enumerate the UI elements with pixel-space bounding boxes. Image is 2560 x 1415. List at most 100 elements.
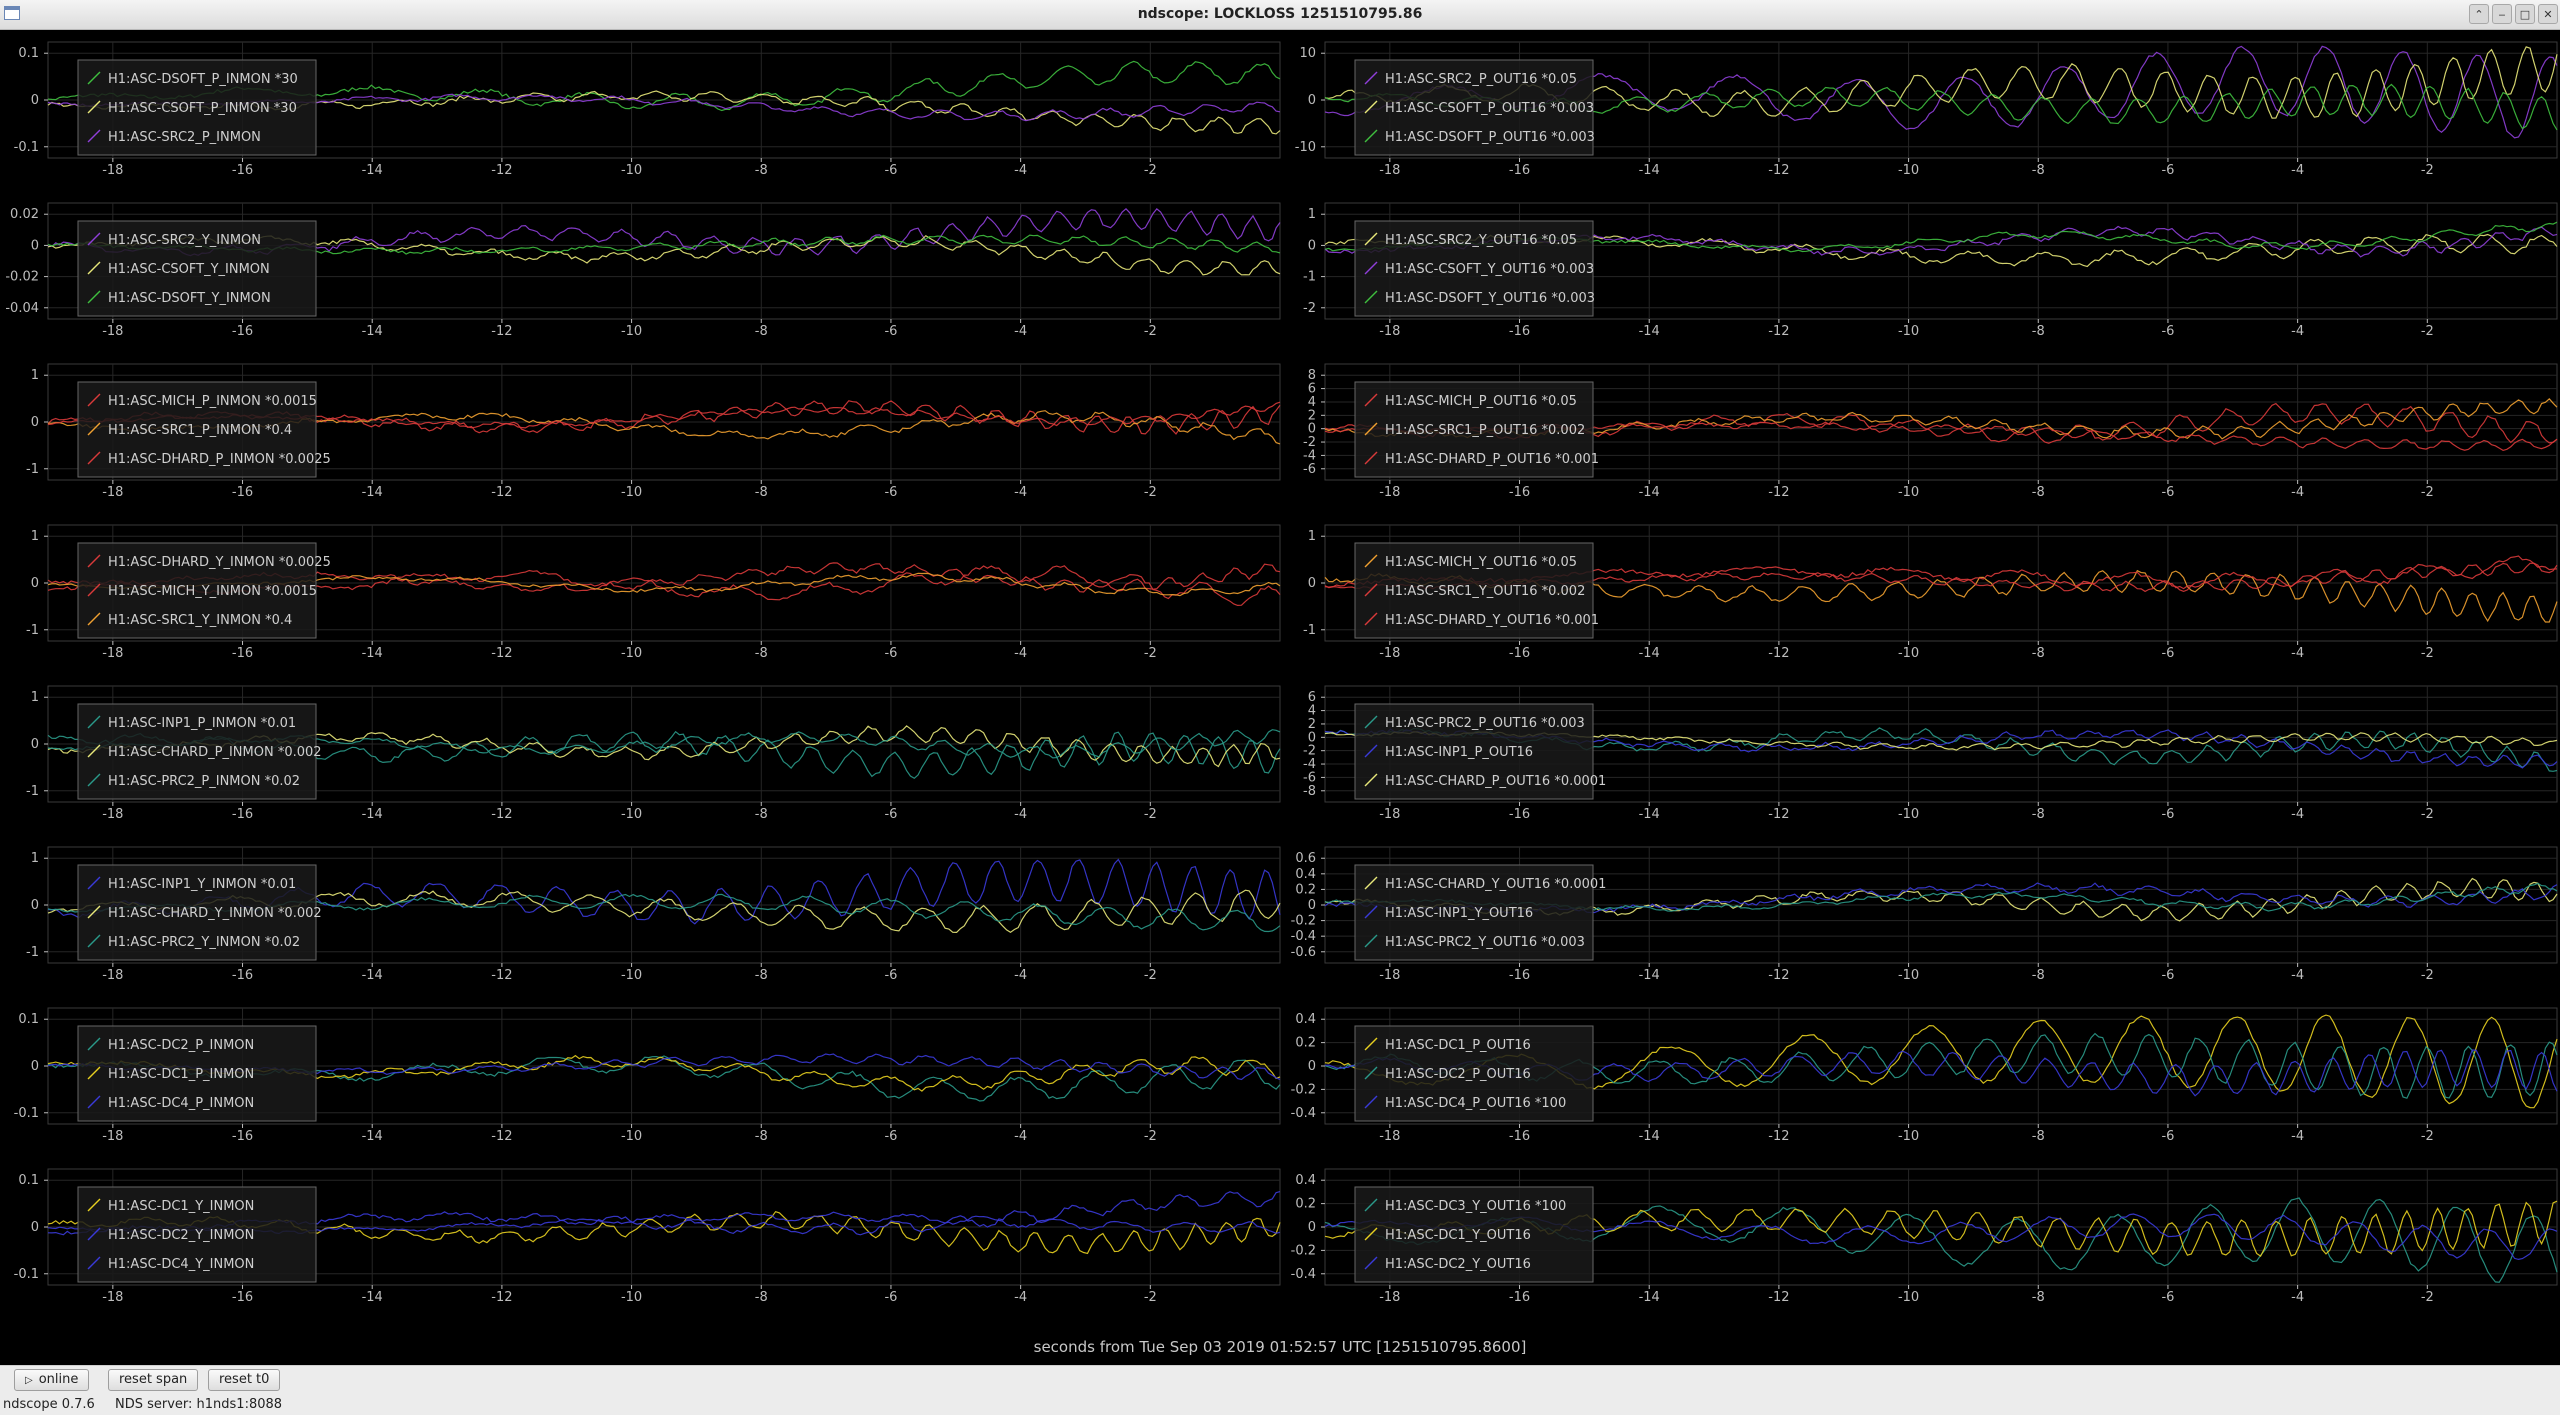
x-tick-label: -14: [362, 968, 383, 983]
legend-entry: H1:ASC-CHARD_Y_INMON *0.002: [108, 906, 322, 921]
y-tick-label: 0.1: [18, 46, 39, 61]
x-tick-label: -12: [1768, 1290, 1789, 1305]
y-tick-label: -1: [1303, 623, 1316, 638]
x-tick-label: -18: [1379, 163, 1400, 178]
x-tick-label: -2: [2421, 807, 2434, 822]
legend-entry: H1:ASC-DC2_P_OUT16: [1385, 1067, 1531, 1082]
legend-entry: H1:ASC-CHARD_P_INMON *0.002: [108, 745, 322, 760]
y-tick-label: -0.04: [5, 301, 39, 316]
x-tick-label: -6: [884, 968, 897, 983]
plot-panel-8[interactable]: -18 -16 -14 -12 -10 -8 -6 -4 -2 1 0 -1 H1:ASC-MICH_Y…: [1303, 524, 2558, 661]
x-tick-label: -8: [755, 968, 768, 983]
plot-panel-12[interactable]: -18 -16 -14 -12 -10 -8 -6 -4 -20.60.40.20-0.2-0.…: [1291, 846, 2558, 983]
x-tick-label: -2: [2421, 646, 2434, 661]
x-tick-label: -10: [621, 1290, 642, 1305]
x-tick-label: -6: [884, 485, 897, 500]
plot-panel-7[interactable]: -18 -16 -14 -12 -10 -8 -6 -4 -2 1 0 -1 H1:ASC-DHARD_…: [26, 524, 1281, 661]
legend: H1:ASC-DSOFT_P_INMON *30 H1:ASC-CSOFT_P_I…: [77, 59, 317, 156]
x-tick-label: -18: [102, 807, 123, 822]
legend-entry: H1:ASC-PRC2_Y_OUT16 *0.003: [1385, 935, 1585, 950]
legend-entry: H1:ASC-SRC2_P_OUT16 *0.05: [1385, 72, 1577, 87]
plot-panel-3[interactable]: -18 -16 -14 -12 -10 -8 -6 -4 -2 0.02 0 -0.02 -0.04 H1…: [5, 202, 1281, 339]
x-tick-label: -12: [491, 324, 512, 339]
legend-entry: H1:ASC-DC1_P_INMON: [108, 1067, 254, 1082]
x-tick-label: -18: [102, 1290, 123, 1305]
y-tick-label: -0.1: [14, 1106, 39, 1121]
legend-entry: H1:ASC-CSOFT_Y_OUT16 *0.003: [1385, 262, 1594, 277]
y-tick-label: 0.6: [1295, 851, 1316, 866]
plot-panel-10[interactable]: -18 -16 -14 -12 -10 -8 -6 -4 -26420-2-4-6-8H1:AS…: [1303, 685, 2558, 822]
y-tick-label: 0.2: [1295, 882, 1316, 897]
plot-area[interactable]: -18 -16 -14 -12 -10 -8 -6 -4 -2 0.1 0 -0.1 H1:ASC-DS…: [0, 30, 2560, 1365]
legend-entry: H1:ASC-CSOFT_P_INMON *30: [108, 101, 297, 116]
x-tick-label: -12: [1768, 807, 1789, 822]
x-tick-label: -6: [884, 646, 897, 661]
plot-panel-15[interactable]: -18 -16 -14 -12 -10 -8 -6 -4 -2 0.1 0 -0.1 H1:ASC-DC…: [14, 1168, 1281, 1305]
x-tick-label: -2: [2421, 485, 2434, 500]
y-tick-label: 0.2: [1295, 1036, 1316, 1051]
plot-panel-14[interactable]: -18 -16 -14 -12 -10 -8 -6 -4 -2 0.4 0.2 0 -0.2 -0.4 H1…: [1291, 1007, 2558, 1144]
x-tick-label: -14: [362, 807, 383, 822]
y-tick-label: -10: [1295, 140, 1316, 155]
x-tick-label: -18: [102, 1129, 123, 1144]
x-tick-label: -10: [1898, 163, 1919, 178]
legend-entry: H1:ASC-CHARD_Y_OUT16 *0.0001: [1385, 877, 1606, 892]
legend-entry: H1:ASC-CSOFT_P_OUT16 *0.003: [1385, 101, 1594, 116]
x-tick-label: -18: [1379, 485, 1400, 500]
x-tick-label: -8: [755, 1129, 768, 1144]
legend-entry: H1:ASC-SRC1_P_INMON *0.4: [108, 423, 292, 438]
y-tick-label: 0.02: [10, 207, 39, 222]
x-tick-label: -14: [362, 1129, 383, 1144]
legend-entry: H1:ASC-INP1_P_INMON *0.01: [108, 716, 296, 731]
online-button[interactable]: ▷ online: [14, 1369, 90, 1391]
plot-panel-13[interactable]: -18 -16 -14 -12 -10 -8 -6 -4 -2 0.1 0 -0.1 H1:ASC-DC…: [14, 1007, 1281, 1144]
plot-panel-4[interactable]: -18 -16 -14 -12 -10 -8 -6 -4 -2 1 0 -1 -2 H1:ASC-SRC2…: [1303, 202, 2558, 339]
legend-entry: H1:ASC-CHARD_P_OUT16 *0.0001: [1385, 774, 1606, 789]
x-tick-label: -14: [1639, 324, 1660, 339]
plot-panel-1[interactable]: -18 -16 -14 -12 -10 -8 -6 -4 -2 0.1 0 -0.1 H1:ASC-DS…: [14, 41, 1281, 178]
x-tick-label: -12: [491, 1290, 512, 1305]
plot-panel-11[interactable]: -18 -16 -14 -12 -10 -8 -6 -4 -2 1 0 -1 H1:ASC-INP1_Y…: [26, 846, 1281, 983]
legend-entry: H1:ASC-DC1_Y_OUT16: [1385, 1228, 1531, 1243]
reset-t0-button[interactable]: reset t0: [208, 1369, 281, 1391]
x-tick-label: -16: [1509, 807, 1530, 822]
x-tick-label: -6: [2161, 807, 2174, 822]
y-tick-label: 0: [1308, 1220, 1316, 1235]
legend-entry: H1:ASC-DSOFT_Y_OUT16 *0.003: [1385, 291, 1595, 306]
close-button[interactable]: ✕: [2538, 4, 2558, 24]
x-tick-label: -4: [2291, 968, 2304, 983]
x-tick-label: -6: [2161, 163, 2174, 178]
plot-panel-2[interactable]: -18 -16 -14 -12 -10 -8 -6 -4 -2 10 0 -10 H1:ASC-SRC2…: [1295, 41, 2558, 178]
shade-button[interactable]: ⌃: [2469, 4, 2489, 24]
legend: H1:ASC-DC1_P_OUT16 H1:ASC-DC2_P_OUT16 H1:A…: [1354, 1025, 1594, 1122]
legend-entry: H1:ASC-MICH_P_INMON *0.0015: [108, 394, 317, 409]
plot-panel-5[interactable]: -18 -16 -14 -12 -10 -8 -6 -4 -2 1 0 -1 H1:ASC-MICH_P…: [26, 363, 1281, 500]
y-tick-label: -1: [26, 623, 39, 638]
plot-panel-6[interactable]: -18 -16 -14 -12 -10 -8 -6 -4 -286420-2-4-6H1:ASC…: [1303, 363, 2558, 500]
minimize-button[interactable]: ‒: [2492, 4, 2512, 24]
x-tick-label: -6: [884, 1129, 897, 1144]
x-tick-label: -4: [2291, 1290, 2304, 1305]
x-tick-label: -8: [755, 324, 768, 339]
x-tick-label: -8: [755, 485, 768, 500]
x-tick-label: -12: [1768, 646, 1789, 661]
x-tick-label: -4: [1014, 968, 1027, 983]
plot-grid[interactable]: -18 -16 -14 -12 -10 -8 -6 -4 -2 0.1 0 -0.1 H1:ASC-DS…: [0, 30, 2560, 1336]
reset-span-button[interactable]: reset span: [108, 1369, 199, 1391]
legend-entry: H1:ASC-SRC1_Y_INMON *0.4: [108, 613, 292, 628]
y-tick-label: 0.2: [1295, 1197, 1316, 1212]
plot-panel-16[interactable]: -18 -16 -14 -12 -10 -8 -6 -4 -2 0.4 0.2 0 -0.2 -0.4 H1…: [1291, 1168, 2558, 1305]
x-tick-label: -14: [1639, 807, 1660, 822]
maximize-button[interactable]: □: [2515, 4, 2535, 24]
x-tick-label: -6: [2161, 968, 2174, 983]
x-tick-label: -4: [2291, 646, 2304, 661]
legend: H1:ASC-DHARD_Y_INMON *0.0025 H1:ASC-MICH_…: [77, 542, 331, 639]
x-tick-label: -10: [1898, 485, 1919, 500]
legend-entry: H1:ASC-DC2_Y_OUT16: [1385, 1257, 1531, 1272]
y-tick-label: -1: [1303, 270, 1316, 285]
plot-panel-9[interactable]: -18 -16 -14 -12 -10 -8 -6 -4 -2 1 0 -1 H1:ASC-INP1_P…: [26, 685, 1281, 822]
x-tick-label: -16: [1509, 968, 1530, 983]
y-tick-label: 0.1: [18, 1012, 39, 1027]
x-tick-label: -18: [1379, 1290, 1400, 1305]
legend: H1:ASC-DC1_Y_INMON H1:ASC-DC2_Y_INMON H1:A…: [77, 1186, 317, 1283]
